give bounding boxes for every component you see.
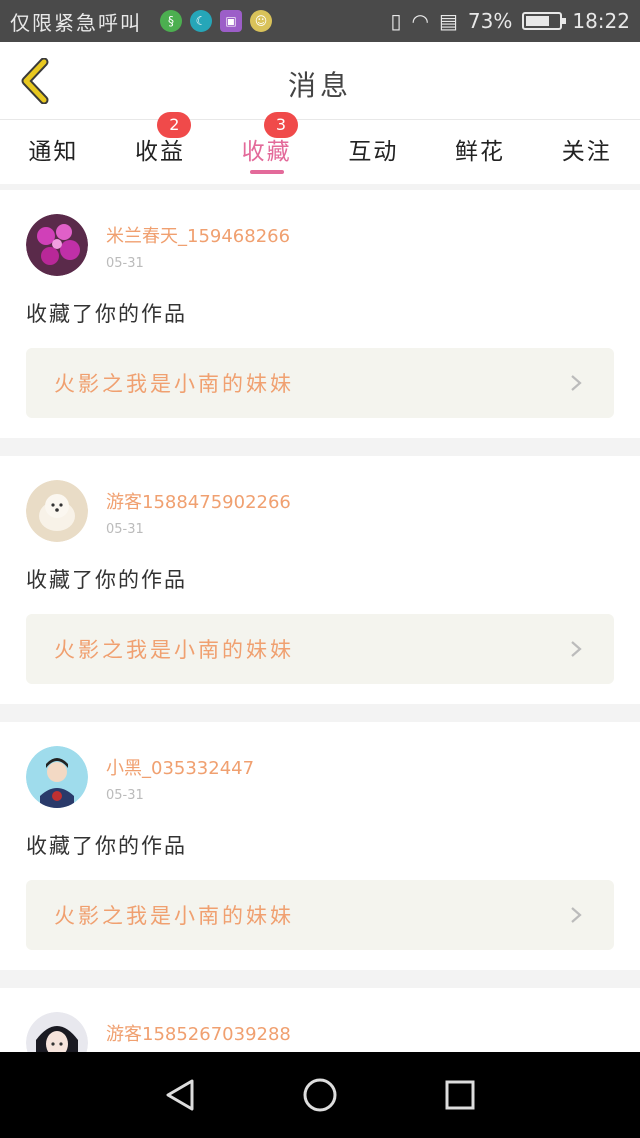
clock: 18:22 (572, 9, 630, 33)
app-header: 消息 (0, 42, 640, 120)
work-link[interactable]: 火影之我是小南的妹妹 (26, 348, 614, 418)
nav-recents-button[interactable] (436, 1071, 484, 1119)
work-title: 火影之我是小南的妹妹 (54, 638, 294, 662)
username-link[interactable]: 米兰春天_159468266 (106, 222, 290, 248)
username-link[interactable]: 小黑_035332447 (106, 754, 254, 780)
carrier-text: 仅限紧急呼叫 (10, 10, 142, 35)
user-info: 游客1588475902266 05-31 (106, 480, 291, 537)
wifi-icon: ◠ (411, 9, 429, 33)
message-date: 05-31 (106, 256, 144, 271)
status-bar: 仅限紧急呼叫 § ☾ ▣ ☺ ▯ ◠ ▤ 73% 18:22 (0, 0, 640, 42)
message-date: 05-31 (106, 522, 144, 537)
app-icon-green: § (160, 10, 182, 32)
message-action-text: 收藏了你的作品 (26, 568, 187, 592)
message-action-text: 收藏了你的作品 (26, 834, 187, 858)
vibrate-icon: ▯ (390, 9, 402, 33)
battery-level-fill (526, 16, 549, 26)
message-list: 米兰春天_159468266 05-31 收藏了你的作品 火影之我是小南的妹妹 (0, 190, 640, 1052)
tab-label: 通知 (28, 139, 79, 165)
tab-bar: 通知 收益 2 收藏 3 互动 鲜花 关注 (0, 112, 640, 184)
nav-back-button[interactable] (156, 1071, 204, 1119)
tab-flowers[interactable]: 鲜花 (427, 120, 534, 184)
avatar[interactable] (26, 746, 88, 808)
work-link[interactable]: 火影之我是小南的妹妹 (26, 880, 614, 950)
tab-label: 互动 (348, 139, 399, 165)
active-tab-indicator (249, 170, 284, 174)
sim-icon: ▤ (439, 9, 458, 33)
app-icon-yellow: ☺ (250, 10, 272, 32)
chevron-right-icon (571, 641, 582, 657)
chevron-right-icon (571, 907, 582, 923)
avatar[interactable] (26, 214, 88, 276)
battery-percent: 73% (467, 9, 513, 33)
system-nav-bar (0, 1052, 640, 1138)
message-date: 05-31 (106, 788, 144, 803)
tab-favorites[interactable]: 收藏 3 (213, 112, 320, 184)
battery-icon (522, 12, 567, 30)
work-title: 火影之我是小南的妹妹 (54, 904, 294, 928)
message-header: 小黑_035332447 05-31 (26, 746, 614, 808)
user-info: 小黑_035332447 05-31 (106, 746, 254, 803)
message-header: 游客1585267039288 05-31 (26, 1012, 614, 1052)
tab-label: 收益 (135, 139, 185, 165)
messages-page: 仅限紧急呼叫 § ☾ ▣ ☺ ▯ ◠ ▤ 73% 18:22 消息 通知 收益 (0, 0, 640, 1138)
square-recents-icon (445, 1080, 475, 1110)
message-header: 米兰春天_159468266 05-31 (26, 214, 614, 276)
avatar[interactable] (26, 1012, 88, 1052)
work-link[interactable]: 火影之我是小南的妹妹 (26, 614, 614, 684)
tab-interactions[interactable]: 互动 (320, 120, 427, 184)
message-action-text: 收藏了你的作品 (26, 302, 187, 326)
tab-label: 收藏 (241, 139, 292, 165)
circle-home-icon (303, 1078, 337, 1112)
username-link[interactable]: 游客1585267039288 (106, 1020, 291, 1046)
triangle-back-icon (166, 1079, 194, 1111)
avatar[interactable] (26, 480, 88, 542)
tab-follows[interactable]: 关注 (533, 120, 640, 184)
user-info: 米兰春天_159468266 05-31 (106, 214, 290, 271)
username-link[interactable]: 游客1588475902266 (106, 488, 291, 514)
user-info: 游客1585267039288 05-31 (106, 1012, 291, 1052)
status-right: ▯ ◠ ▤ 73% 18:22 (391, 9, 630, 33)
favorites-count-badge: 3 (264, 112, 299, 138)
app-icon-purple: ▣ (220, 10, 242, 32)
message-card: 游客1588475902266 05-31 收藏了你的作品 火影之我是小南的妹妹 (0, 456, 640, 704)
page-title: 消息 (287, 69, 352, 102)
message-card: 米兰春天_159468266 05-31 收藏了你的作品 火影之我是小南的妹妹 (0, 190, 640, 438)
tab-earnings[interactable]: 收益 2 (107, 112, 214, 184)
tab-label: 鲜花 (455, 139, 506, 165)
earnings-count-badge: 2 (157, 112, 192, 138)
chevron-right-icon (571, 375, 582, 391)
work-title: 火影之我是小南的妹妹 (54, 372, 294, 396)
tab-label: 关注 (561, 139, 612, 165)
message-header: 游客1588475902266 05-31 (26, 480, 614, 542)
app-icon-cyan: ☾ (190, 10, 212, 32)
message-card: 游客1585267039288 05-31 (0, 988, 640, 1052)
message-card: 小黑_035332447 05-31 收藏了你的作品 火影之我是小南的妹妹 (0, 722, 640, 970)
nav-home-button[interactable] (296, 1071, 344, 1119)
tab-notifications[interactable]: 通知 (0, 120, 107, 184)
